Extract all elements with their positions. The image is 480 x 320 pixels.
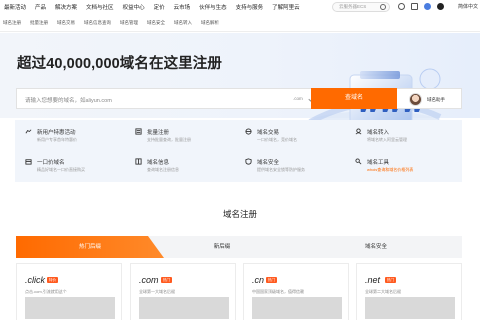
domain-card-com[interactable]: .com 热门 全球第一大域名后缀 <box>130 263 236 320</box>
subnav-item-batch[interactable]: 批量注册 <box>30 20 48 26</box>
domain-card-net[interactable]: .net 热门 全球第二大域名后缀 <box>356 263 462 320</box>
card-badge: 特价 <box>47 277 58 283</box>
top-nav: 最新活动 产品 解决方案 文档与社区 权益中心 定价 云市场 伙伴与生态 支持与… <box>0 0 480 14</box>
top-search-input[interactable]: 云服务器ECS <box>332 2 390 12</box>
top-search-placeholder: 云服务器ECS <box>339 4 367 9</box>
domain-search-input[interactable]: 请输入您想要的域名，如aliyun.com <box>25 96 112 104</box>
subnav-item-trade[interactable]: 域名交易 <box>57 20 75 26</box>
book-icon <box>135 158 142 165</box>
section-title: 域名注册 <box>222 209 257 219</box>
domain-search-bar: 请输入您想要的域名，如aliyun.com .com 查域名 域名助手 <box>16 88 462 109</box>
search-icon[interactable] <box>380 4 386 10</box>
nav-item-products[interactable]: 产品 <box>35 3 46 11</box>
feature-desc: 提供域名安全锁等防护服务 <box>257 167 305 172</box>
feature-title: 域名安全 <box>257 160 280 166</box>
assistant-label: 域名助手 <box>427 96 445 102</box>
user-avatar-icon[interactable] <box>437 3 444 10</box>
hand-icon <box>25 129 32 134</box>
feature-fixed-price[interactable]: 一口价域名 精品好域名一口价直接购买 <box>25 156 135 180</box>
search-domain-button[interactable]: 查域名 <box>311 88 397 109</box>
notification-icon[interactable] <box>411 3 418 10</box>
nav-item-support[interactable]: 支持与服务 <box>236 3 264 11</box>
card-image <box>139 297 229 319</box>
feature-panel: 新用户特惠活动 新用户专享首年特惠价 批量注册 支持批量查询，批量注册 域名交易… <box>15 120 462 182</box>
feature-desc: 精品好域名一口价直接购买 <box>37 167 85 172</box>
feature-desc: whois查询和域名价格列表 <box>367 167 414 172</box>
card-badge: 热门 <box>161 277 172 283</box>
subnav-item-transfer[interactable]: 域名转入 <box>174 20 192 26</box>
nav-item-pricing[interactable]: 定价 <box>154 3 165 11</box>
card-badge: 热门 <box>266 277 277 283</box>
globe-icon[interactable] <box>424 3 431 10</box>
card-desc: 全球第一大域名后缀 <box>139 289 175 294</box>
suffix-select[interactable]: .com <box>293 96 303 101</box>
nav-item-docs[interactable]: 文档与社区 <box>86 3 114 11</box>
feature-desc: 查询域名注册信息 <box>147 167 179 172</box>
hero-title: 超过40,000,000域名在这里注册 <box>17 56 222 72</box>
shield-icon <box>245 158 252 165</box>
tab-new-suffix[interactable]: 新后缀 <box>182 236 262 258</box>
card-desc: 中国国家顶级域名，值得信赖 <box>252 289 304 294</box>
feature-info[interactable]: 域名信息 查询域名注册信息 <box>135 156 245 180</box>
nav-item-solutions[interactable]: 解决方案 <box>55 3 77 11</box>
feature-desc: 将域名转入阿里云管理 <box>367 137 407 142</box>
feature-desc: 一口价域名，竞价域名 <box>257 137 297 142</box>
card-suffix: .net <box>365 275 381 285</box>
nav-item-partners[interactable]: 伙伴与生态 <box>199 3 227 11</box>
tab-hot-suffix[interactable]: 热门后缀 <box>16 236 164 258</box>
feature-trade[interactable]: 域名交易 一口价域名，竞价域名 <box>245 126 355 150</box>
card-suffix: .click <box>25 275 45 285</box>
tag-icon <box>25 159 32 165</box>
sub-nav: 域名注册 批量注册 域名交易 域名信息查询 域名管理 域名安全 域名转入 域名解… <box>0 14 480 32</box>
card-image <box>25 297 115 319</box>
feature-new-user[interactable]: 新用户特惠活动 新用户专享首年特惠价 <box>25 126 135 150</box>
card-desc: 点击.com,引流就用这个 <box>25 289 67 294</box>
feature-desc: 新用户专享首年特惠价 <box>37 137 77 142</box>
subnav-item-manage[interactable]: 域名管理 <box>120 20 138 26</box>
tab-domain-security[interactable]: 域名安全 <box>336 236 416 258</box>
transfer-icon <box>355 128 362 135</box>
feature-tools[interactable]: 域名工具 whois查询和域名价格列表 <box>355 156 465 180</box>
feature-title: 域名信息 <box>147 160 170 166</box>
feature-desc: 支持批量查询，批量注册 <box>147 137 191 142</box>
card-image <box>365 297 455 319</box>
suffix-tabs: 热门后缀 新后缀 域名安全 <box>16 236 462 258</box>
nav-item-about[interactable]: 了解阿里云 <box>272 3 300 11</box>
domain-card-cn[interactable]: .cn 热门 中国国家顶级域名，值得信赖 <box>243 263 349 320</box>
card-suffix: .cn <box>252 275 265 285</box>
list-icon <box>135 128 142 135</box>
domain-card-click[interactable]: .click 特价 点击.com,引流就用这个 <box>16 263 122 320</box>
card-suffix: .com <box>139 275 159 285</box>
subnav-item-whois[interactable]: 域名信息查询 <box>84 20 111 26</box>
nav-item-market[interactable]: 云市场 <box>174 3 191 11</box>
feature-title: 一口价域名 <box>37 160 65 166</box>
feature-transfer[interactable]: 域名转入 将域名转入阿里云管理 <box>355 126 465 150</box>
subnav-item-register[interactable]: 域名注册 <box>3 20 21 26</box>
card-desc: 全球第二大域名后缀 <box>365 289 401 294</box>
feature-title: 新用户特惠活动 <box>37 130 76 136</box>
feature-batch[interactable]: 批量注册 支持批量查询，批量注册 <box>135 126 245 150</box>
subnav-item-dns[interactable]: 域名解析 <box>201 20 219 26</box>
assistant-avatar <box>409 93 422 106</box>
domain-assistant[interactable]: 域名助手 <box>409 93 445 106</box>
feature-title: 域名转入 <box>367 130 390 136</box>
feature-title: 域名交易 <box>257 130 280 136</box>
card-badge: 热门 <box>385 277 396 283</box>
card-image <box>252 297 342 319</box>
feature-security[interactable]: 域名安全 提供域名安全锁等防护服务 <box>245 156 355 180</box>
language-switch[interactable]: 简体中文 <box>458 3 478 10</box>
subnav-item-security[interactable]: 域名安全 <box>147 20 165 26</box>
feature-title: 批量注册 <box>147 130 170 136</box>
tool-icon <box>355 158 362 165</box>
help-icon[interactable] <box>398 3 405 10</box>
nav-item-benefits[interactable]: 权益中心 <box>123 3 145 11</box>
globe-icon <box>245 128 252 135</box>
nav-item-activities[interactable]: 最新活动 <box>4 3 26 11</box>
feature-title: 域名工具 <box>367 160 390 166</box>
